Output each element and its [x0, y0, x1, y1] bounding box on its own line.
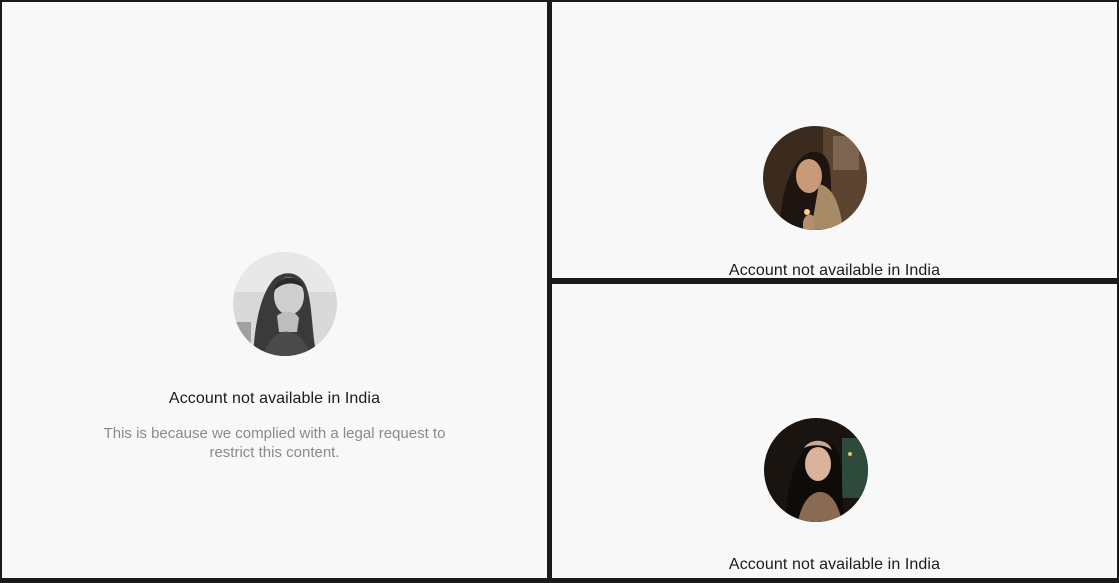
restriction-description-line-1: This is because we complied with a legal… [103, 425, 446, 442]
profile-avatar-icon [233, 252, 337, 356]
restricted-account-panel-3: Account not available in India [552, 284, 1117, 578]
account-unavailable-title: Account not available in India [728, 556, 941, 573]
account-unavailable-title: Account not available in India [168, 390, 381, 407]
profile-avatar-icon [764, 418, 868, 522]
restricted-account-panel-1: Account not available in India This is b… [2, 2, 547, 578]
restriction-description: This is because we complied with a legal… [2, 424, 547, 462]
restricted-account-panel-2: Account not available in India [552, 2, 1117, 278]
account-unavailable-title: Account not available in India [728, 262, 941, 278]
profile-avatar-icon [763, 126, 867, 230]
restriction-description-line-2: restrict this content. [209, 444, 340, 461]
